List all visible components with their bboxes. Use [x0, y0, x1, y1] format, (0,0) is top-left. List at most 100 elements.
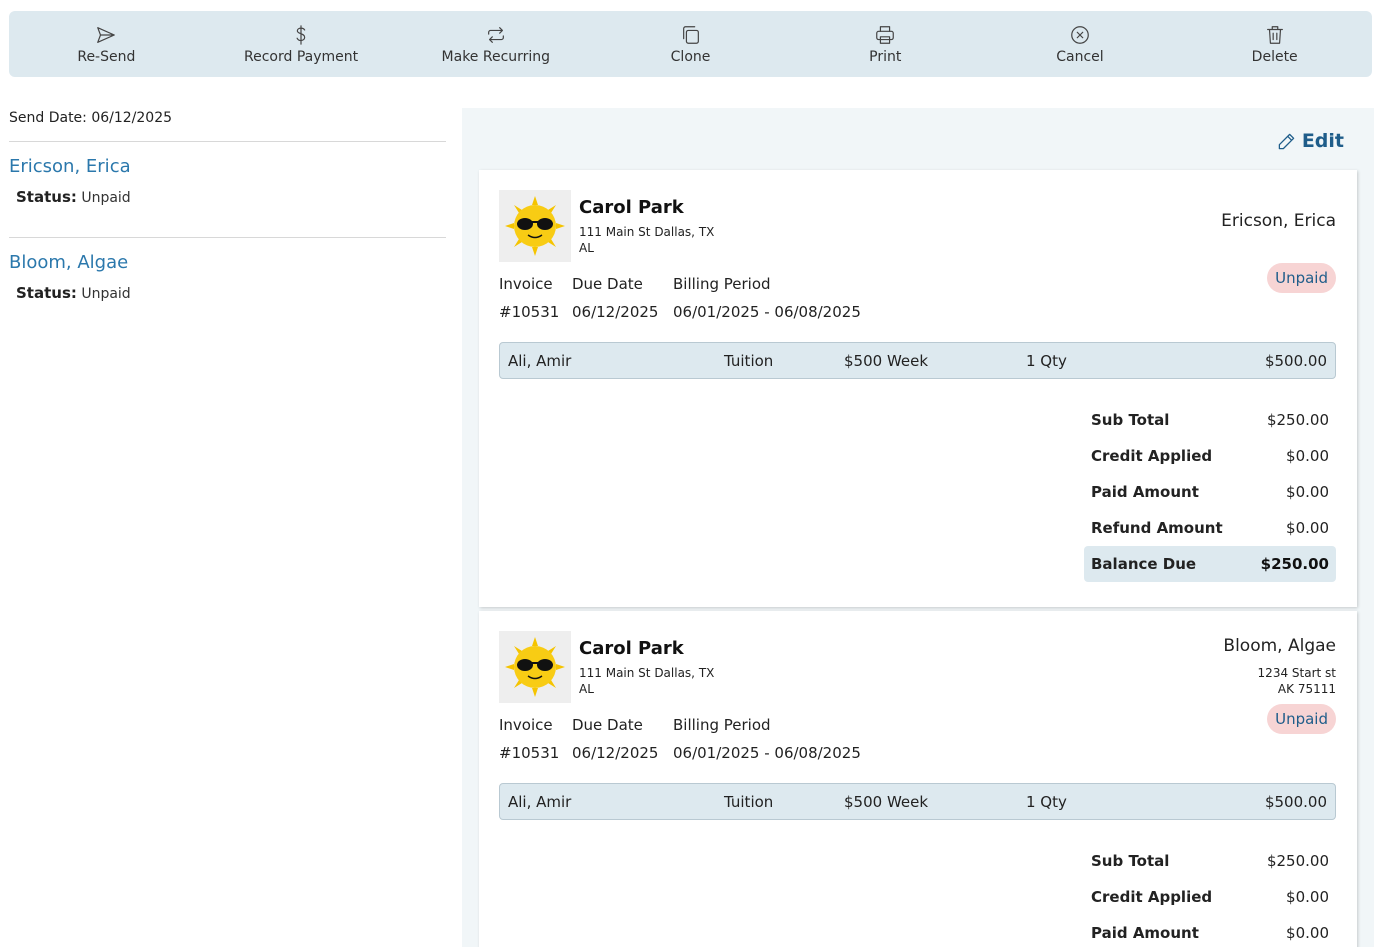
printer-icon	[876, 25, 895, 44]
cancel-button[interactable]: Cancel	[983, 11, 1178, 77]
sun-sunglasses-icon	[505, 637, 565, 697]
totals-table: Sub Total $250.00 Credit Applied $0.00 P…	[1084, 402, 1336, 582]
paid-amount-row: Paid Amount $0.00	[1084, 474, 1336, 510]
credit-applied-row: Credit Applied $0.00	[1084, 879, 1336, 915]
line-item-rate: $500 Week	[844, 793, 929, 811]
status-label: Status:	[16, 188, 77, 206]
sub-total-row: Sub Total $250.00	[1084, 402, 1336, 438]
credit-applied-value: $0.00	[1286, 447, 1329, 465]
credit-applied-value: $0.00	[1286, 888, 1329, 906]
copy-icon	[682, 25, 699, 44]
edit-button[interactable]: Edit	[1277, 130, 1344, 152]
invoice-preview-panel: Edit Carol Park 111 Main St Dallas, TX A…	[462, 108, 1374, 947]
billing-period-label: Billing Period	[673, 716, 771, 734]
paid-amount-value: $0.00	[1286, 924, 1329, 942]
line-item-qty: 1 Qty	[1026, 352, 1067, 370]
client-name: Bloom, Algae	[1223, 636, 1336, 656]
line-item-student: Ali, Amir	[508, 352, 572, 370]
invoice-card: Carol Park 111 Main St Dallas, TX AL Blo…	[479, 611, 1357, 947]
circle-x-icon	[1071, 25, 1089, 44]
client-address: 1234 Start st	[1257, 666, 1336, 680]
line-item-amount: $500.00	[1264, 793, 1327, 811]
business-address: 111 Main St Dallas, TX	[579, 666, 715, 680]
line-item-rate: $500 Week	[844, 352, 929, 370]
sub-total-value: $250.00	[1266, 411, 1329, 429]
refund-amount-value: $0.00	[1286, 519, 1329, 537]
line-item-description: Tuition	[724, 352, 774, 370]
billing-period: 06/01/2025 - 06/08/2025	[673, 744, 861, 762]
line-item-row: Ali, Amir Tuition $500 Week 1 Qty $500.0…	[499, 342, 1336, 379]
recipient-name-link[interactable]: Bloom, Algae	[9, 252, 446, 273]
make-recurring-button[interactable]: Make Recurring	[398, 11, 593, 77]
delete-label: Delete	[1251, 48, 1298, 65]
business-logo	[499, 190, 571, 262]
record-payment-label: Record Payment	[244, 48, 359, 65]
edit-label: Edit	[1301, 130, 1344, 152]
status-badge: Unpaid	[1267, 263, 1336, 293]
refund-amount-label: Refund Amount	[1091, 519, 1223, 537]
line-item-row: Ali, Amir Tuition $500 Week 1 Qty $500.0…	[499, 783, 1336, 820]
balance-due-value: $250.00	[1260, 555, 1329, 573]
totals-table: Sub Total $250.00 Credit Applied $0.00 P…	[1084, 843, 1336, 947]
recipient-name-link[interactable]: Ericson, Erica	[9, 156, 446, 177]
status-badge: Unpaid	[1267, 704, 1336, 734]
business-logo	[499, 631, 571, 703]
record-payment-button[interactable]: Record Payment	[204, 11, 399, 77]
make-recurring-label: Make Recurring	[441, 48, 551, 65]
recipient-sidebar: Send Date: 06/12/2025 Ericson, Erica Sta…	[9, 108, 446, 334]
paid-amount-label: Paid Amount	[1091, 924, 1199, 942]
sub-total-label: Sub Total	[1091, 852, 1170, 870]
business-name: Carol Park	[579, 638, 684, 659]
paid-amount-label: Paid Amount	[1091, 483, 1199, 501]
recipient-status: Status: Unpaid	[16, 188, 446, 206]
balance-due-row: Balance Due $250.00	[1084, 546, 1336, 582]
paid-amount-row: Paid Amount $0.00	[1084, 915, 1336, 947]
sub-total-row: Sub Total $250.00	[1084, 843, 1336, 879]
business-address-line2: AL	[579, 241, 594, 255]
due-date-label: Due Date	[572, 275, 643, 293]
pencil-icon	[1278, 133, 1295, 149]
cancel-label: Cancel	[1056, 48, 1104, 65]
repeat-icon	[487, 26, 504, 43]
client-address-line2: AK 75111	[1277, 682, 1336, 696]
due-date-label: Due Date	[572, 716, 643, 734]
line-item-amount: $500.00	[1264, 352, 1327, 370]
sun-sunglasses-icon	[505, 196, 565, 256]
send-icon	[97, 26, 116, 43]
sub-total-label: Sub Total	[1091, 411, 1170, 429]
line-item-student: Ali, Amir	[508, 793, 572, 811]
clone-button[interactable]: Clone	[593, 11, 788, 77]
paid-amount-value: $0.00	[1286, 483, 1329, 501]
dollar-icon	[296, 24, 306, 45]
due-date: 06/12/2025	[572, 303, 659, 321]
invoice-card: Carol Park 111 Main St Dallas, TX AL Eri…	[479, 170, 1357, 607]
delete-button[interactable]: Delete	[1177, 11, 1372, 77]
clone-label: Clone	[670, 48, 711, 65]
status-value: Unpaid	[81, 190, 131, 206]
trash-icon	[1266, 25, 1283, 44]
recipient-item: Ericson, Erica Status: Unpaid	[9, 142, 446, 238]
recipient-status: Status: Unpaid	[16, 284, 446, 302]
print-button[interactable]: Print	[788, 11, 983, 77]
resend-label: Re-Send	[77, 48, 136, 65]
send-date: Send Date: 06/12/2025	[9, 108, 446, 142]
invoice-label: Invoice	[499, 275, 553, 293]
client-name: Ericson, Erica	[1221, 211, 1336, 231]
invoice-label: Invoice	[499, 716, 553, 734]
invoice-number: #10531	[499, 744, 560, 762]
balance-due-label: Balance Due	[1091, 555, 1197, 573]
credit-applied-row: Credit Applied $0.00	[1084, 438, 1336, 474]
credit-applied-label: Credit Applied	[1091, 447, 1213, 465]
line-item-qty: 1 Qty	[1026, 793, 1067, 811]
invoice-number: #10531	[499, 303, 560, 321]
status-value: Unpaid	[81, 286, 131, 302]
action-toolbar: Re-Send Record Payment Make Recurring Cl…	[9, 11, 1372, 77]
sub-total-value: $250.00	[1266, 852, 1329, 870]
resend-button[interactable]: Re-Send	[9, 11, 204, 77]
billing-period-label: Billing Period	[673, 275, 771, 293]
line-item-description: Tuition	[724, 793, 774, 811]
credit-applied-label: Credit Applied	[1091, 888, 1213, 906]
recipient-item: Bloom, Algae Status: Unpaid	[9, 238, 446, 334]
print-label: Print	[869, 48, 902, 65]
business-name: Carol Park	[579, 197, 684, 218]
